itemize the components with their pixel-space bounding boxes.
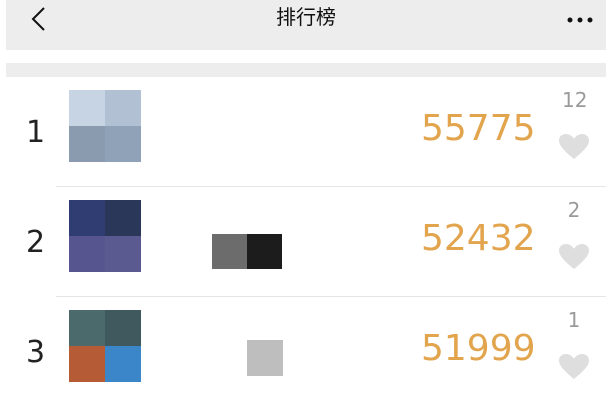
avatar-tile <box>105 200 141 236</box>
avatar[interactable] <box>69 90 141 162</box>
avatar-tile <box>105 236 141 272</box>
avatar-tile <box>69 126 105 162</box>
like-count: 2 <box>567 198 581 222</box>
avatar-tile <box>69 236 105 272</box>
avatar-tile <box>69 310 105 346</box>
step-count: 55775 <box>421 108 536 149</box>
top-bar: 排行榜 <box>6 0 606 50</box>
redacted-name-block <box>247 340 283 376</box>
rank-number: 3 <box>26 335 46 370</box>
step-count: 52432 <box>421 218 536 259</box>
avatar-tile <box>69 200 105 236</box>
like-count: 1 <box>567 308 581 332</box>
section-divider <box>6 63 606 77</box>
redacted-name-block <box>212 234 247 269</box>
ranking-row[interactable]: 3 51999 1 <box>6 298 606 408</box>
avatar-tile <box>105 126 141 162</box>
ranking-row[interactable]: 2 52432 2 <box>6 188 606 298</box>
avatar-tile <box>105 90 141 126</box>
redacted-name-block <box>247 234 282 269</box>
avatar[interactable] <box>69 310 141 382</box>
heart-icon[interactable] <box>559 134 589 160</box>
rank-number: 2 <box>26 225 46 260</box>
more-dots-icon[interactable] <box>564 10 596 30</box>
avatar[interactable] <box>69 200 141 272</box>
row-divider <box>56 186 606 187</box>
like-count: 12 <box>562 88 588 112</box>
heart-icon[interactable] <box>559 354 589 380</box>
avatar-tile <box>69 90 105 126</box>
page-title: 排行榜 <box>276 5 336 29</box>
avatar-tile <box>69 346 105 382</box>
rank-number: 1 <box>26 115 46 150</box>
avatar-tile <box>105 310 141 346</box>
heart-icon[interactable] <box>559 244 589 270</box>
avatar-tile <box>105 346 141 382</box>
step-count: 51999 <box>421 328 536 369</box>
row-divider <box>56 296 606 297</box>
ranking-row[interactable]: 1 55775 12 <box>6 78 606 188</box>
